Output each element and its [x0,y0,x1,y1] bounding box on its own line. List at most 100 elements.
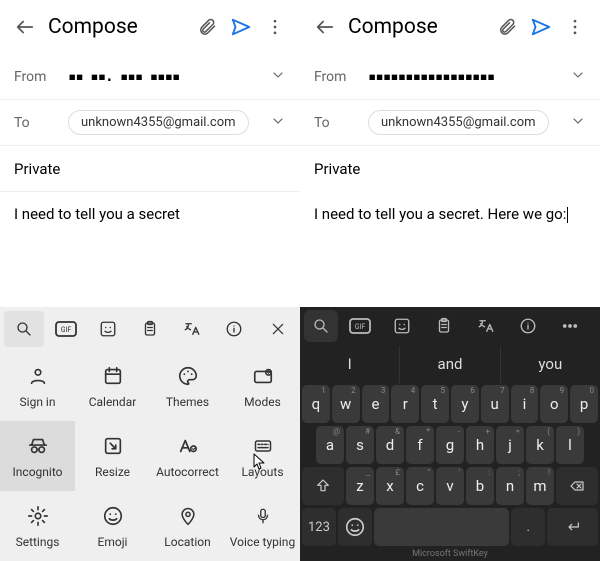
toolbox-modes[interactable]: Modes [225,351,300,421]
emoji-key[interactable] [338,508,372,546]
toolbox-signin[interactable]: Sign in [0,351,75,421]
info-icon[interactable] [214,311,254,347]
key-o[interactable]: o9 [540,385,568,423]
from-row[interactable]: From ▪▪ ▪▪. ▪▪▪ ▪▪▪▪ [0,54,300,100]
key-q[interactable]: q1 [302,385,330,423]
toolbox-grid: Sign inCalendarThemesModes IncognitoResiz… [0,351,300,561]
toolbox-settings[interactable]: Settings [0,491,75,561]
compose-header: Compose [0,0,300,54]
subject-row[interactable]: Private [300,146,600,192]
settings-icon [25,503,51,529]
toolbox-layouts[interactable]: Layouts [225,421,300,491]
numeric-key[interactable]: 123 [302,508,336,546]
sticker-icon[interactable] [88,311,128,347]
close-icon[interactable] [258,311,298,347]
from-row[interactable]: From ▪▪▪▪▪▪▪▪▪▪▪▪▪▪▪▪▪ [300,54,600,100]
overflow-icon[interactable] [558,10,592,44]
clipboard-icon[interactable] [130,311,170,347]
period-key[interactable]: . [511,508,545,546]
toolbox-location[interactable]: Location [150,491,225,561]
back-icon[interactable] [308,10,342,44]
key-c[interactable]: c" [406,467,434,505]
toolbox-voice[interactable]: Voice typing [225,491,300,561]
key-y[interactable]: y6 [451,385,479,423]
key-w[interactable]: w2 [332,385,360,423]
key-n[interactable]: n; [496,467,524,505]
gif-icon[interactable]: GIF [46,311,86,347]
backspace-key[interactable] [556,467,598,505]
modes-icon [250,363,276,389]
svg-text:GIF: GIF [355,323,366,331]
key-x[interactable]: x£ [376,467,404,505]
more-icon[interactable] [550,310,590,342]
key-t[interactable]: t5 [421,385,449,423]
toolbox-calendar[interactable]: Calendar [75,351,150,421]
key-f[interactable]: f* [406,426,434,464]
key-h[interactable]: h+ [466,426,494,464]
toolbox-label: Autocorrect [156,465,219,479]
toolbox-autocorrect[interactable]: Autocorrect [150,421,225,491]
themes-icon [175,363,201,389]
search-icon[interactable] [304,310,338,342]
key-u[interactable]: u7 [481,385,509,423]
translate-icon[interactable] [466,310,506,342]
translate-icon[interactable] [172,311,212,347]
chevron-down-icon[interactable] [570,67,586,87]
compose-body[interactable]: I need to tell you a secret [0,192,300,307]
key-p[interactable]: p0 [570,385,598,423]
recipient-chip[interactable]: unknown4355@gmail.com [368,110,549,135]
suggestion[interactable]: you [501,346,600,383]
body-text: I need to tell you a secret [14,205,180,223]
autocorrect-icon [175,433,201,459]
key-e[interactable]: e3 [362,385,390,423]
signin-icon [25,363,51,389]
toolbox-themes[interactable]: Themes [150,351,225,421]
keyboard-credit: Microsoft SwiftKey [300,549,600,561]
key-r[interactable]: r4 [391,385,419,423]
key-j[interactable]: j= [496,426,524,464]
search-icon[interactable] [4,311,44,347]
key-g[interactable]: g- [436,426,464,464]
keyboard-dark: GIF Iandyou q1w2e3r4t5y6u7i8o9p0 a@s#d&f*… [300,307,600,561]
to-row[interactable]: To unknown4355@gmail.com [300,100,600,146]
info-icon[interactable] [508,310,548,342]
to-label: To [314,115,368,131]
send-icon[interactable] [524,10,558,44]
key-d[interactable]: d& [376,426,404,464]
subject-row[interactable]: Private [0,146,300,192]
send-icon[interactable] [224,10,258,44]
key-b[interactable]: b: [466,467,494,505]
key-v[interactable]: v' [436,467,464,505]
suggestion[interactable]: and [400,346,500,383]
attach-icon[interactable] [190,10,224,44]
key-z[interactable]: z_ [346,467,374,505]
key-s[interactable]: s# [346,426,374,464]
toolbox-incognito[interactable]: Incognito [0,421,75,491]
root: Compose From ▪▪ ▪▪. ▪▪▪ ▪▪▪▪ To unknown4… [0,0,600,561]
enter-key[interactable] [547,508,598,546]
shift-key[interactable] [302,467,344,505]
chevron-down-icon[interactable] [570,113,586,133]
gif-icon[interactable]: GIF [340,310,380,342]
subject-text: Private [14,160,60,178]
key-k[interactable]: k( [526,426,554,464]
chevron-down-icon[interactable] [270,67,286,87]
keyboard-keys: q1w2e3r4t5y6u7i8o9p0 a@s#d&f*g-h+j=k(l) z_… [300,383,600,549]
attach-icon[interactable] [490,10,524,44]
key-a[interactable]: a@ [316,426,344,464]
suggestion[interactable]: I [300,346,400,383]
toolbox-emoji[interactable]: Emoji [75,491,150,561]
clipboard-icon[interactable] [424,310,464,342]
key-i[interactable]: i8 [511,385,539,423]
toolbox-resize[interactable]: Resize [75,421,150,491]
key-m[interactable]: m! [526,467,554,505]
overflow-icon[interactable] [258,10,292,44]
recipient-chip[interactable]: unknown4355@gmail.com [68,110,249,135]
key-l[interactable]: l) [556,426,584,464]
chevron-down-icon[interactable] [270,113,286,133]
compose-body[interactable]: I need to tell you a secret. Here we go: [300,192,600,307]
space-key[interactable] [374,508,510,546]
sticker-icon[interactable] [382,310,422,342]
to-row[interactable]: To unknown4355@gmail.com [0,100,300,146]
back-icon[interactable] [8,10,42,44]
